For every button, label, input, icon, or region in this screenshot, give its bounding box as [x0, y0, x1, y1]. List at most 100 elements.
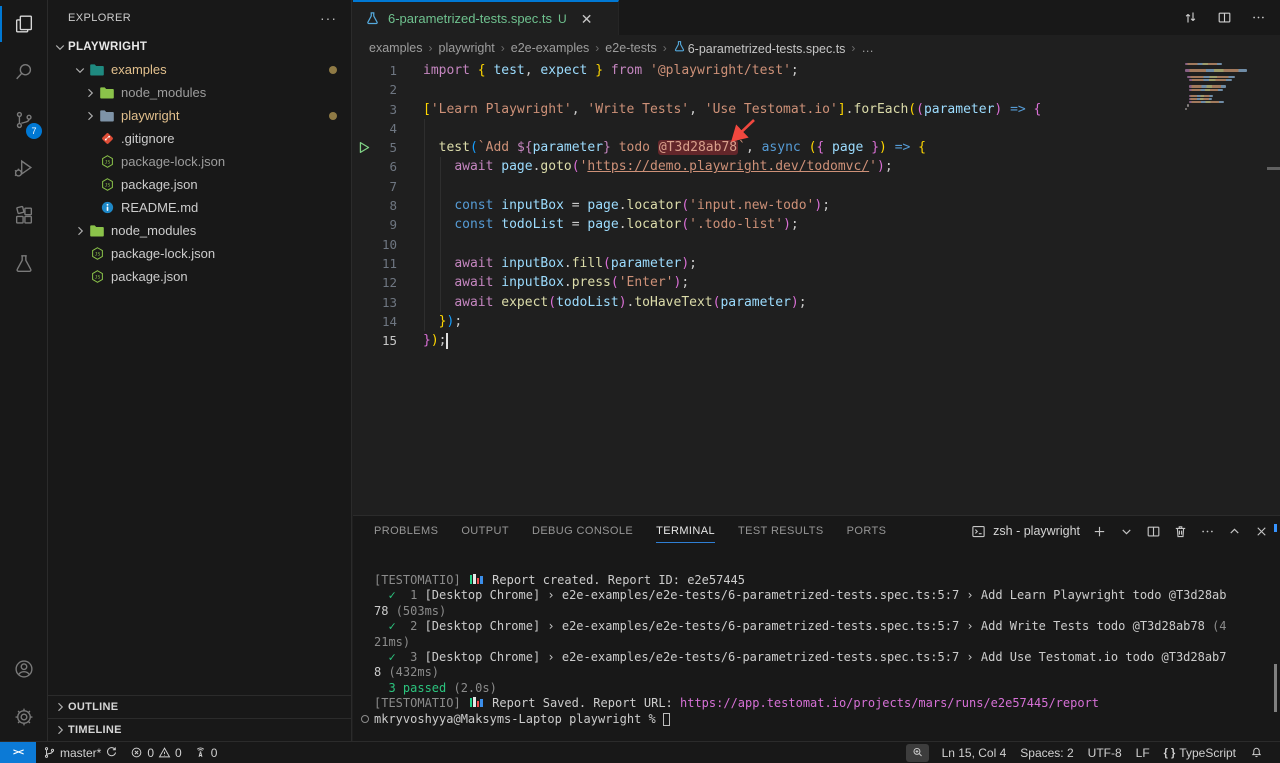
- ellipsis-icon[interactable]: [1248, 8, 1268, 28]
- code-line-4[interactable]: 4: [353, 119, 1280, 138]
- breadcrumb-item[interactable]: …: [861, 41, 874, 55]
- breadcrumb-item[interactable]: examples: [369, 41, 423, 55]
- breadcrumb-item[interactable]: e2e-examples: [511, 41, 590, 55]
- remote-indicator[interactable]: ><: [0, 742, 36, 763]
- status-git-branch[interactable]: master*: [38, 742, 123, 763]
- code-line-7[interactable]: 7: [353, 177, 1280, 196]
- section-outline[interactable]: OUTLINE: [48, 695, 351, 718]
- tree-item-readme-md[interactable]: README.md: [48, 196, 351, 219]
- code-token: ;: [822, 198, 830, 213]
- terminal-text: mkryvoshyya@Maksyms-Laptop playwright %: [374, 712, 663, 726]
- terminal-scrollbar[interactable]: [1274, 664, 1277, 712]
- code-line-3[interactable]: 3['Learn Playwright', 'Write Tests', 'Us…: [353, 100, 1280, 119]
- chevron-down-icon[interactable]: [1117, 522, 1135, 540]
- status-cursor-position[interactable]: Ln 15, Col 4: [937, 742, 1012, 763]
- chevron-up-icon[interactable]: [1225, 522, 1243, 540]
- code-line-14[interactable]: 14 });: [353, 312, 1280, 331]
- code-line-9[interactable]: 9 const todoList = page.locator('.todo-l…: [353, 215, 1280, 234]
- breadcrumb-separator: ›: [662, 41, 668, 55]
- code-token: (: [572, 159, 580, 174]
- tab-6-parametrized-tests[interactable]: 6-parametrized-tests.spec.ts U ✕: [353, 0, 619, 35]
- code-token: [1002, 102, 1010, 117]
- code-link[interactable]: https://demo.playwright.dev/todomvc/: [587, 159, 869, 174]
- panel-tab-debug-console[interactable]: DEBUG CONSOLE: [532, 516, 633, 546]
- run-test-icon[interactable]: [358, 141, 371, 154]
- report-url-link[interactable]: https://app.testomat.io/projects/mars/ru…: [680, 696, 1099, 710]
- code-line-6[interactable]: 6 await page.goto('https://demo.playwrig…: [353, 157, 1280, 176]
- activity-source-control[interactable]: 7: [0, 96, 47, 144]
- panel-tab-problems[interactable]: PROBLEMS: [374, 516, 438, 546]
- status-encoding[interactable]: UTF-8: [1083, 742, 1127, 763]
- tree-item-package-lock-json[interactable]: JSpackage-lock.json: [48, 150, 351, 173]
- panel-tab-output[interactable]: OUTPUT: [461, 516, 509, 546]
- panel-tab-ports[interactable]: PORTS: [847, 516, 887, 546]
- tree-item-playwright[interactable]: playwright: [48, 104, 351, 127]
- terminal-output[interactable]: [TESTOMATIO] Report created. Report ID: …: [353, 546, 1280, 741]
- status-indentation[interactable]: Spaces: 2: [1015, 742, 1078, 763]
- tree-item-package-json[interactable]: JSpackage.json: [48, 265, 351, 288]
- code-line-15[interactable]: 15});: [353, 331, 1280, 350]
- panel-tab-test-results[interactable]: TEST RESULTS: [738, 516, 824, 546]
- code-token: [470, 63, 478, 78]
- svg-text:JS: JS: [104, 159, 110, 165]
- files-icon: [13, 13, 35, 35]
- terminal-selector[interactable]: zsh - playwright: [969, 522, 1080, 540]
- code-line-10[interactable]: 10: [353, 235, 1280, 254]
- activity-settings[interactable]: [0, 693, 47, 741]
- tree-item-package-json[interactable]: JSpackage.json: [48, 173, 351, 196]
- status-problems[interactable]: 00: [125, 742, 186, 763]
- ellipsis-icon[interactable]: [1198, 522, 1216, 540]
- minimap[interactable]: [1185, 63, 1247, 111]
- code-line-1[interactable]: 1import { test, expect } from '@playwrig…: [353, 61, 1280, 80]
- status-forwarded-ports[interactable]: 0: [189, 742, 223, 763]
- status-notifications[interactable]: [1245, 742, 1268, 763]
- status-language-mode[interactable]: { }TypeScript: [1159, 742, 1241, 763]
- panel-tab-terminal[interactable]: TERMINAL: [656, 516, 715, 546]
- split-icon[interactable]: [1144, 522, 1162, 540]
- beaker-file-icon: [365, 11, 380, 26]
- activity-testing[interactable]: [0, 240, 47, 288]
- code-token: todo: [611, 140, 658, 155]
- close-icon[interactable]: ✕: [581, 12, 593, 26]
- section-timeline[interactable]: TIMELINE: [48, 718, 351, 741]
- terminal-text: 3: [410, 650, 424, 664]
- status-zoom-indicator[interactable]: [906, 744, 929, 762]
- code-line-2[interactable]: 2: [353, 80, 1280, 99]
- command-decoration-icon[interactable]: [361, 715, 369, 723]
- terminal-line: 78 (503ms): [374, 604, 1272, 619]
- activity-run-debug[interactable]: [0, 144, 47, 192]
- trash-icon[interactable]: [1171, 522, 1189, 540]
- code-line-5[interactable]: 5 test(`Add ${parameter} todo @T3d28ab78…: [353, 138, 1280, 157]
- tree-item--gitignore[interactable]: .gitignore: [48, 127, 351, 150]
- code-line-12[interactable]: 12 await inputBox.press('Enter');: [353, 273, 1280, 292]
- activity-extensions[interactable]: [0, 192, 47, 240]
- activity-explorer[interactable]: [0, 0, 47, 48]
- chevron-spacer: [82, 131, 98, 147]
- code-line-8[interactable]: 8 const inputBox = page.locator('input.n…: [353, 196, 1280, 215]
- workspace-root-row[interactable]: PLAYWRIGHT: [48, 35, 351, 58]
- code-line-11[interactable]: 11 await inputBox.fill(parameter);: [353, 254, 1280, 273]
- tree-item-examples[interactable]: examples: [48, 58, 351, 81]
- status-eol[interactable]: LF: [1131, 742, 1155, 763]
- activity-accounts[interactable]: [0, 645, 47, 693]
- terminal-line: 3 passed (2.0s): [374, 681, 1272, 696]
- code-token: [423, 140, 439, 155]
- tree-item-node-modules[interactable]: node_modules: [48, 81, 351, 104]
- code-text: });: [423, 331, 448, 350]
- explorer-more-actions-icon[interactable]: ···: [320, 10, 337, 26]
- radio-tower-icon: [194, 746, 207, 759]
- code-token: goto: [540, 159, 571, 174]
- breadcrumb-item[interactable]: e2e-tests: [605, 41, 656, 55]
- close-icon[interactable]: [1252, 522, 1270, 540]
- code-editor[interactable]: 1import { test, expect } from '@playwrig…: [353, 61, 1280, 515]
- compare-changes-icon[interactable]: [1180, 8, 1200, 28]
- breadcrumb-item[interactable]: playwright: [439, 41, 495, 55]
- tree-item-package-lock-json[interactable]: JSpackage-lock.json: [48, 242, 351, 265]
- tree-item-node-modules[interactable]: node_modules: [48, 219, 351, 242]
- activity-search[interactable]: [0, 48, 47, 96]
- breadcrumb-item[interactable]: 6-parametrized-tests.spec.ts: [673, 40, 846, 56]
- plus-icon[interactable]: [1090, 522, 1108, 540]
- terminal-text: 78: [374, 604, 396, 618]
- split-editor-icon[interactable]: [1214, 8, 1234, 28]
- code-line-13[interactable]: 13 await expect(todoList).toHaveText(par…: [353, 293, 1280, 312]
